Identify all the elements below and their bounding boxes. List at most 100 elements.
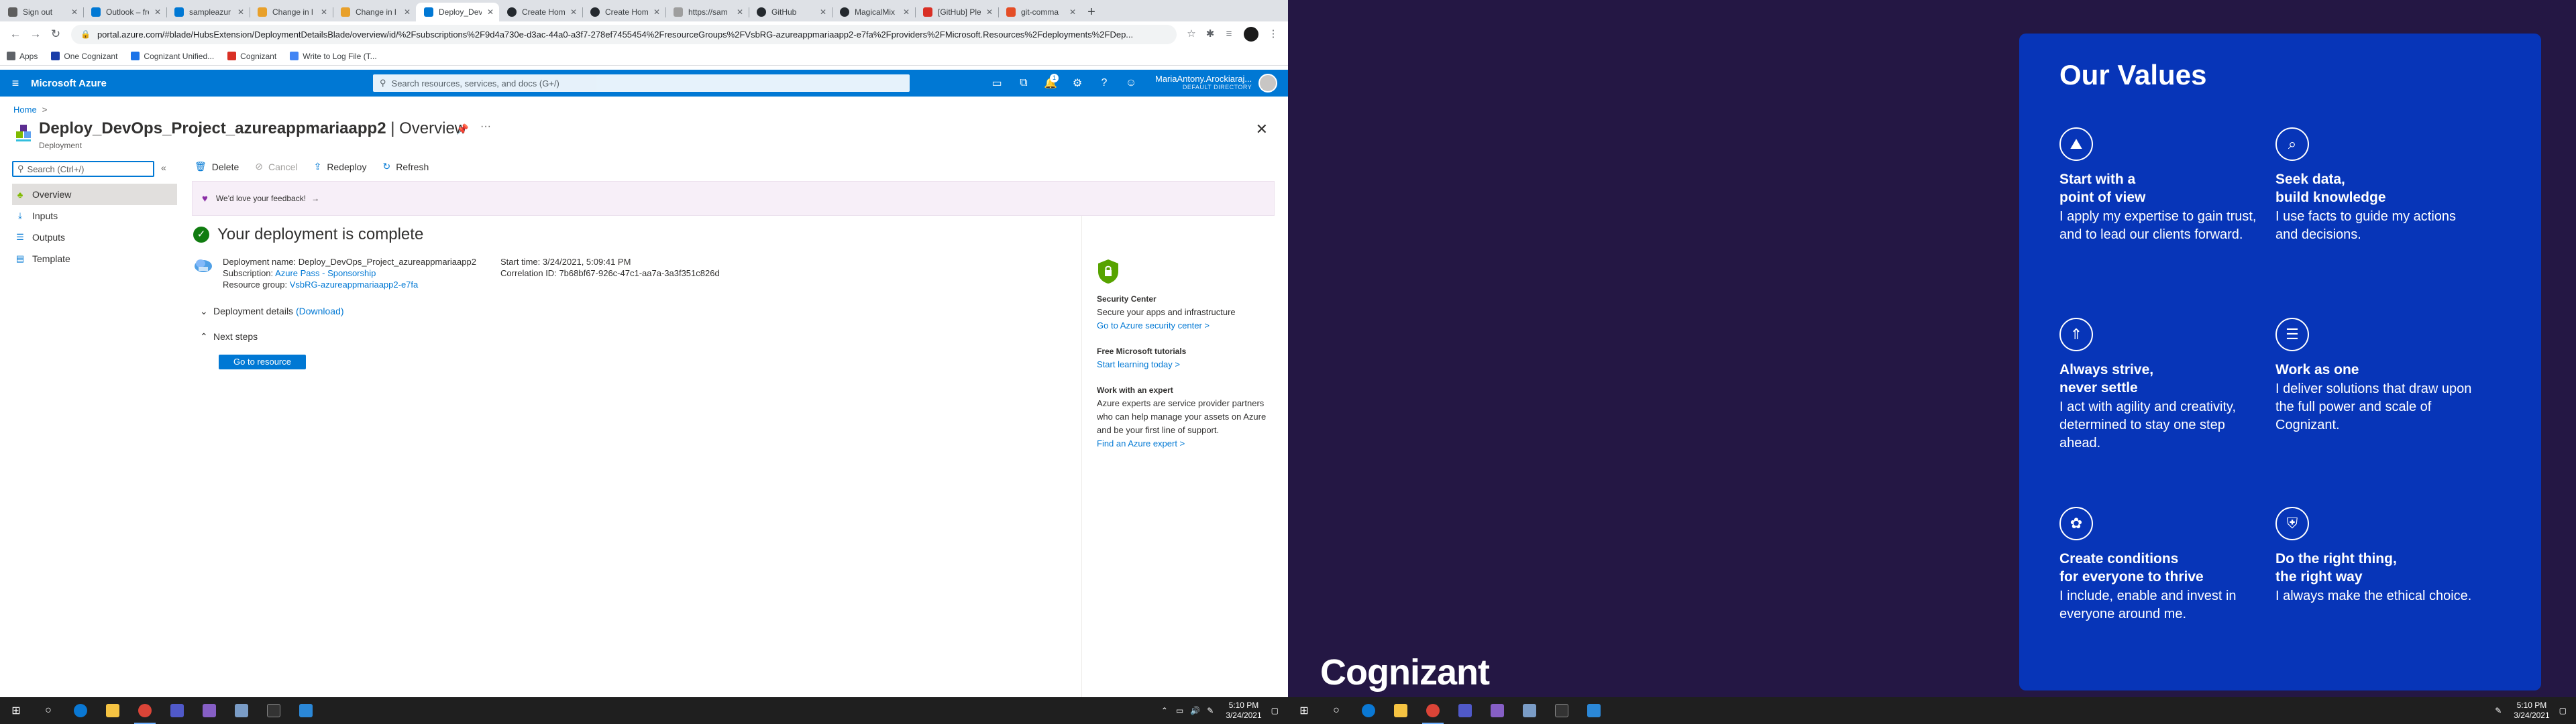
browser-tab[interactable]: GitHub ✕	[749, 3, 832, 21]
star-icon[interactable]: ☆	[1182, 25, 1201, 44]
cancel-button[interactable]: ⊘ Cancel	[255, 161, 297, 172]
menu-item-overview[interactable]: ♣ Overview	[12, 184, 177, 205]
notifications-icon[interactable]: 🔔 1	[1037, 74, 1064, 90]
teams-app-icon[interactable]	[1449, 697, 1481, 724]
cloud-shell-icon[interactable]: ▭	[983, 76, 1010, 90]
bookmark-item[interactable]: Cognizant Unified...	[131, 52, 214, 61]
directory-filter-icon[interactable]: ⧉	[1010, 77, 1037, 89]
browser-tab-active[interactable]: Deploy_Dev ✕	[416, 3, 499, 21]
browser-tab[interactable]: Outlook – fre ✕	[83, 3, 166, 21]
feedback-smiley-icon[interactable]: ☺	[1118, 77, 1144, 89]
close-icon[interactable]: ✕	[903, 3, 910, 21]
forward-icon[interactable]: →	[25, 24, 46, 44]
action-center-icon[interactable]: ▢	[1271, 706, 1279, 715]
more-options-icon[interactable]: ···	[480, 121, 491, 133]
security-center-link[interactable]: Go to Azure security center >	[1097, 319, 1288, 333]
volume-icon[interactable]: 🔊	[1190, 706, 1200, 715]
close-icon[interactable]: ✕	[237, 3, 244, 21]
close-icon[interactable]: ✕	[737, 3, 743, 21]
profile-avatar[interactable]	[1244, 27, 1258, 42]
back-icon[interactable]: ←	[5, 24, 25, 44]
bookmark-item[interactable]: Write to Log File (T...	[290, 52, 377, 61]
new-tab-button[interactable]: +	[1081, 3, 1102, 21]
browser-tab[interactable]: MagicalMix ✕	[832, 3, 915, 21]
browser-tab[interactable]: Create Hom ✕	[582, 3, 665, 21]
visual-studio-icon[interactable]	[193, 697, 225, 724]
close-icon[interactable]: ✕	[487, 3, 494, 21]
close-icon[interactable]: ✕	[71, 3, 78, 21]
next-steps-toggle[interactable]: ⌃ Next steps	[200, 331, 258, 343]
browser-tab[interactable]: Change in l ✕	[250, 3, 333, 21]
reload-icon[interactable]: ↻	[46, 24, 66, 44]
action-center-icon[interactable]: ▢	[2559, 706, 2567, 715]
browser-tab[interactable]: git-comma ✕	[998, 3, 1081, 21]
close-icon[interactable]: ✕	[986, 3, 993, 21]
browser-tab[interactable]: https://sam ✕	[665, 3, 749, 21]
browser-tab[interactable]: sampleazur ✕	[166, 3, 250, 21]
resource-group-link[interactable]: VsbRG-azureappmariaapp2-e7fa	[290, 280, 419, 290]
file-explorer-icon[interactable]	[97, 697, 129, 724]
close-icon[interactable]: ✕	[154, 3, 161, 21]
close-icon[interactable]: ✕	[1256, 121, 1268, 138]
browser-tab[interactable]: Sign out ✕	[0, 3, 83, 21]
download-link[interactable]: (Download)	[296, 306, 344, 316]
chevron-up-icon[interactable]: ⌃	[1161, 706, 1168, 715]
browser-tab[interactable]: Create Hom ✕	[499, 3, 582, 21]
app-icon[interactable]	[225, 697, 258, 724]
menu-dots-icon[interactable]: ⋮	[1264, 25, 1283, 44]
start-windows-icon[interactable]: ⊞	[1288, 697, 1320, 724]
chrome-app-icon[interactable]	[129, 697, 161, 724]
search-icon[interactable]: ○	[1320, 697, 1352, 724]
feedback-banner[interactable]: ♥ We'd love your feedback! →	[192, 181, 1275, 216]
settings-gear-icon[interactable]: ⚙	[1064, 76, 1091, 90]
expert-link[interactable]: Find an Azure expert >	[1097, 437, 1288, 450]
edge-app-icon[interactable]	[64, 697, 97, 724]
close-icon[interactable]: ✕	[570, 3, 577, 21]
bookmark-item[interactable]: One Cognizant	[51, 52, 117, 61]
search-icon[interactable]: ○	[32, 697, 64, 724]
avatar[interactable]	[1258, 74, 1278, 93]
hamburger-menu-icon[interactable]: ≡	[0, 76, 31, 90]
blade-search-input[interactable]: ⚲ Search (Ctrl+/)	[12, 161, 154, 177]
pin-icon[interactable]: 📌	[456, 123, 469, 135]
close-icon[interactable]: ✕	[1069, 3, 1076, 21]
edge-app-icon[interactable]	[1352, 697, 1385, 724]
network-icon[interactable]: ▭	[1176, 706, 1183, 715]
terminal-icon[interactable]	[1546, 697, 1578, 724]
pen-icon[interactable]: ✎	[1207, 706, 1214, 715]
file-explorer-icon[interactable]	[1385, 697, 1417, 724]
start-windows-icon[interactable]: ⊞	[0, 697, 32, 724]
menu-item-inputs[interactable]: ⤓ Inputs	[12, 205, 177, 227]
visual-studio-icon[interactable]	[1481, 697, 1513, 724]
refresh-button[interactable]: ↻ Refresh	[382, 161, 429, 172]
delete-button[interactable]: 🗑 Delete	[195, 161, 239, 172]
tutorials-link[interactable]: Start learning today >	[1097, 358, 1288, 371]
help-icon[interactable]: ?	[1091, 77, 1118, 89]
teams-app-icon[interactable]	[161, 697, 193, 724]
extensions-icon[interactable]: ✱	[1201, 25, 1220, 44]
app-icon[interactable]	[1513, 697, 1546, 724]
close-icon[interactable]: ✕	[321, 3, 327, 21]
deployment-details-toggle[interactable]: ⌄ Deployment details (Download)	[200, 306, 344, 317]
account-menu[interactable]: MariaAntony.Arockiaraj... DEFAULT DIRECT…	[1155, 74, 1252, 92]
bookmark-item[interactable]: Cognizant	[227, 52, 276, 61]
browser-tab[interactable]: [GitHub] Ple ✕	[915, 3, 998, 21]
bookmark-apps[interactable]: Apps	[7, 52, 38, 61]
close-icon[interactable]: ✕	[653, 3, 660, 21]
clock[interactable]: 5:10 PM 3/24/2021	[1226, 701, 1261, 721]
clock[interactable]: 5:10 PM 3/24/2021	[2514, 701, 2549, 721]
remote-desktop-icon[interactable]	[1578, 697, 1610, 724]
browser-tab[interactable]: Change in l ✕	[333, 3, 416, 21]
close-icon[interactable]: ✕	[820, 3, 826, 21]
close-icon[interactable]: ✕	[404, 3, 411, 21]
collapse-menu-icon[interactable]: «	[161, 162, 166, 173]
redeploy-button[interactable]: ⇪ Redeploy	[314, 161, 367, 172]
azure-brand[interactable]: Microsoft Azure	[31, 78, 373, 89]
reading-icon[interactable]: ≡	[1220, 25, 1238, 44]
global-search-input[interactable]: ⚲ Search resources, services, and docs (…	[373, 74, 910, 92]
subscription-link[interactable]: Azure Pass - Sponsorship	[275, 268, 376, 278]
breadcrumb-home[interactable]: Home	[13, 105, 37, 115]
pen-icon[interactable]: ✎	[2495, 706, 2502, 715]
remote-desktop-icon[interactable]	[290, 697, 322, 724]
terminal-icon[interactable]	[258, 697, 290, 724]
